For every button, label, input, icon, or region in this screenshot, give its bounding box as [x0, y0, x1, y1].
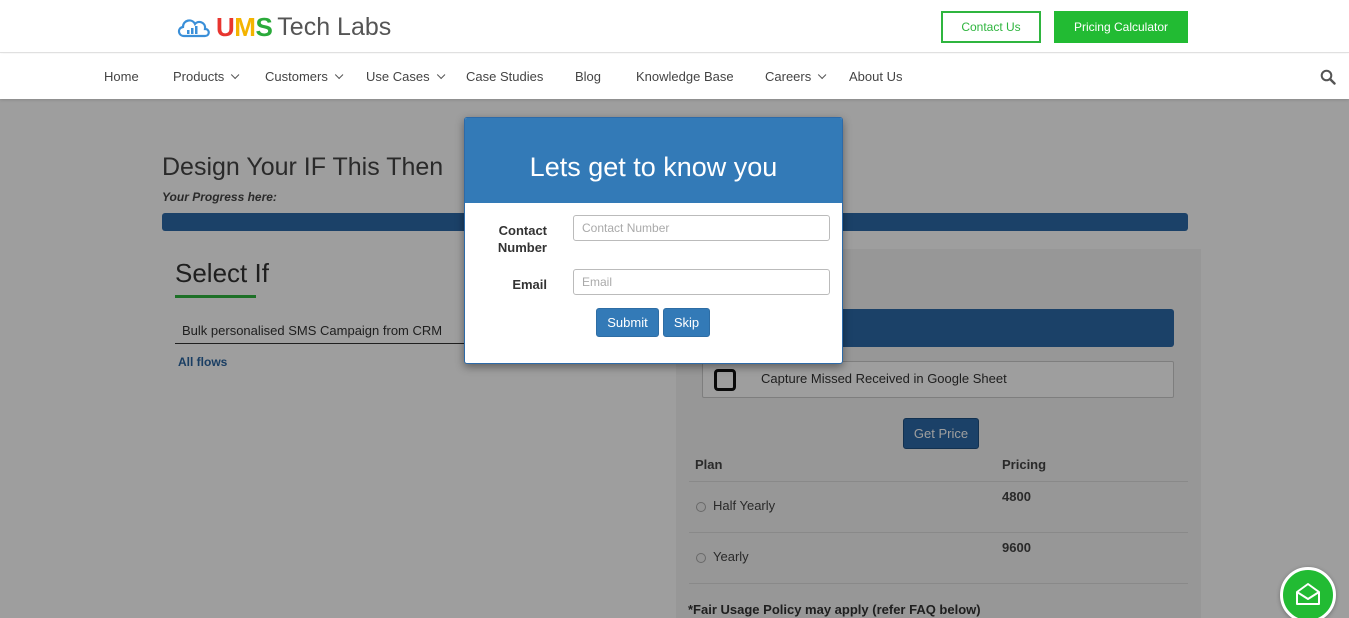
email-input[interactable] [573, 269, 830, 295]
contact-number-label: Contact Number [497, 223, 547, 255]
submit-button[interactable]: Submit [596, 308, 659, 337]
nav-item-products[interactable]: Products [173, 69, 240, 84]
nav-item-careers[interactable]: Careers [765, 69, 827, 84]
contact-us-button[interactable]: Contact Us [941, 11, 1041, 43]
skip-button[interactable]: Skip [663, 308, 710, 337]
chevron-down-icon [334, 70, 344, 79]
main-nav: Home Products Customers Use Cases Case S… [0, 54, 1349, 99]
nav-label: About Us [849, 69, 903, 84]
mail-widget-button[interactable] [1280, 567, 1336, 618]
nav-item-case-studies[interactable]: Case Studies [466, 69, 543, 84]
nav-item-knowledge-base[interactable]: Knowledge Base [636, 69, 734, 84]
ums-logo[interactable]: UMS Tech Labs [176, 12, 391, 42]
email-label: Email [512, 277, 547, 292]
envelope-icon [1296, 583, 1320, 605]
pricing-calculator-button[interactable]: Pricing Calculator [1054, 11, 1188, 43]
nav-label: Customers [265, 69, 328, 84]
nav-item-blog[interactable]: Blog [575, 69, 601, 84]
logo-tagline: Tech Labs [277, 12, 392, 41]
nav-label: Blog [575, 69, 602, 84]
nav-label: Knowledge Base [636, 69, 734, 84]
modal-title: Lets get to know you [529, 152, 778, 182]
nav-label: Products [173, 69, 225, 84]
chevron-down-icon [231, 70, 240, 79]
nav-item-use-cases[interactable]: Use Cases [366, 69, 445, 84]
nav-item-home[interactable]: Home [104, 69, 139, 84]
search-icon[interactable] [1320, 69, 1336, 85]
nav-label: Case Studies [466, 69, 544, 84]
nav-label: Use Cases [366, 69, 430, 84]
logo-brand: UMS [216, 11, 273, 42]
nav-item-about-us[interactable]: About Us [849, 69, 902, 84]
contact-number-input[interactable] [573, 215, 830, 241]
lead-capture-modal: Lets get to know you Contact Number Emai… [464, 117, 843, 364]
chevron-down-icon [818, 70, 827, 79]
nav-label: Home [104, 69, 139, 84]
nav-label: Careers [765, 69, 812, 84]
nav-item-customers[interactable]: Customers [265, 69, 344, 84]
chevron-down-icon [436, 70, 445, 79]
cloud-icon [177, 19, 210, 38]
top-header: UMS Tech Labs Contact Us Pricing Calcula… [0, 0, 1349, 53]
